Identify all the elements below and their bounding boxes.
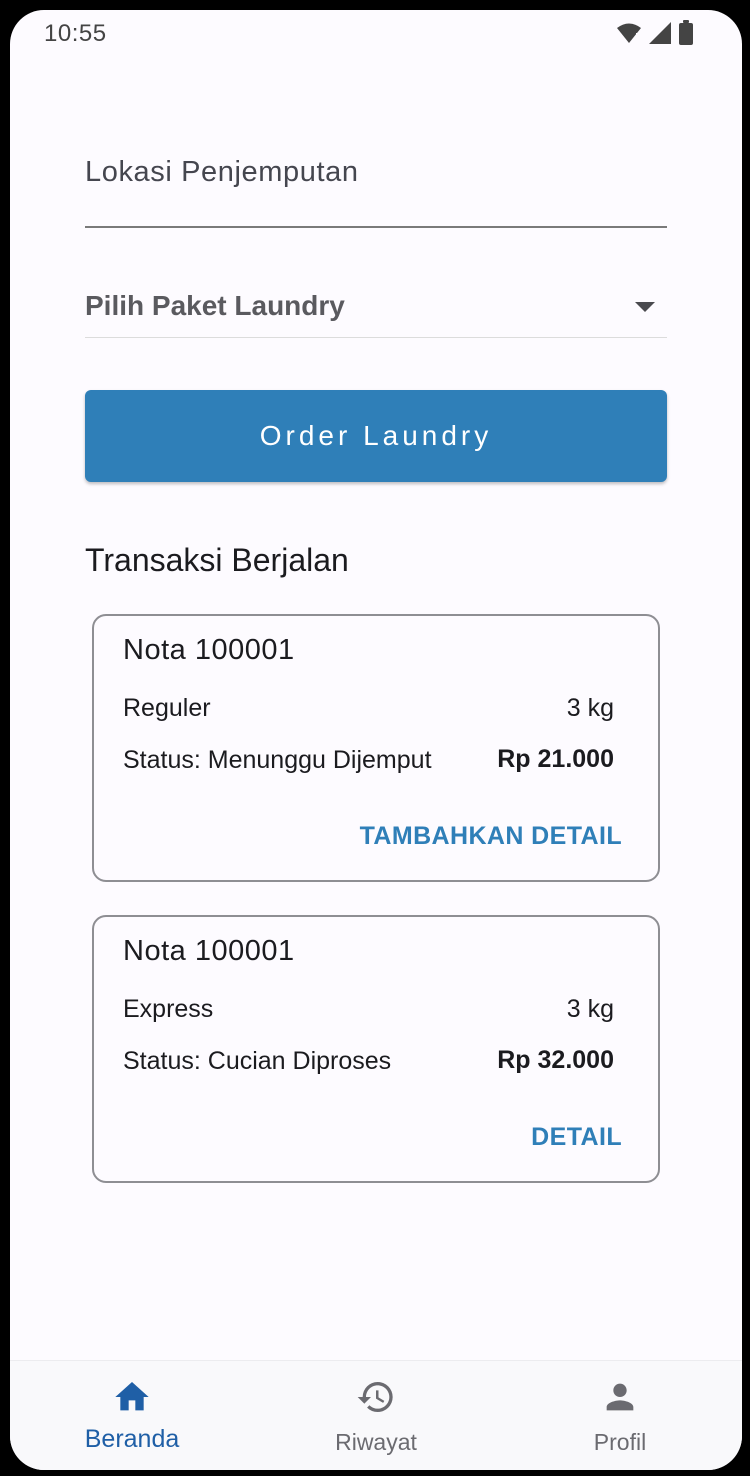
add-detail-button[interactable]: TAMBAHKAN DETAIL [360, 822, 622, 851]
status-bar: 10:55 [10, 10, 742, 60]
nav-label-riwayat: Riwayat [335, 1429, 417, 1455]
package-select[interactable]: Pilih Paket Laundry [85, 282, 667, 338]
order-status: Status: Cucian Diproses [123, 1047, 392, 1075]
battery-icon [679, 20, 693, 45]
status-icons [616, 20, 694, 46]
nav-item-profil[interactable]: Profil [498, 1361, 742, 1470]
person-icon [606, 1383, 634, 1411]
nota-number: Nota 100001 [123, 935, 295, 967]
nav-item-riwayat[interactable]: Riwayat [254, 1361, 498, 1470]
transaction-card: Nota 100001 Express 3 kg Status: Cucian … [92, 915, 660, 1183]
history-icon [357, 1382, 393, 1412]
dropdown-arrow-icon [635, 302, 655, 312]
package-type: Express [123, 995, 214, 1023]
bottom-navigation: Beranda Riwayat Profil [10, 1360, 742, 1470]
pickup-location-field[interactable]: Lokasi Penjemputan [85, 150, 667, 228]
laundry-weight: 3 kg [566, 995, 614, 1023]
wifi-icon [617, 23, 641, 43]
laundry-weight: 3 kg [566, 694, 614, 722]
home-icon [115, 1382, 149, 1411]
nav-item-beranda[interactable]: Beranda [10, 1361, 254, 1470]
package-select-label: Pilih Paket Laundry [85, 290, 345, 321]
app-screen: 10:55 Lokasi Penjemputan Pilih Paket Lau… [10, 10, 742, 1470]
order-price: Rp 32.000 [497, 1046, 614, 1074]
order-price: Rp 21.000 [497, 745, 614, 773]
pickup-location-label: Lokasi Penjemputan [85, 156, 359, 188]
nav-label-beranda: Beranda [84, 1425, 180, 1453]
order-status: Status: Menunggu Dijemput [123, 746, 432, 774]
nota-number: Nota 100001 [123, 634, 295, 666]
transaction-card: Nota 100001 Reguler 3 kg Status: Menungg… [92, 614, 660, 882]
detail-button[interactable]: DETAIL [531, 1123, 622, 1152]
signal-icon [649, 22, 671, 44]
order-laundry-button[interactable]: Order Laundry [85, 390, 667, 482]
nav-label-profil: Profil [593, 1429, 647, 1455]
package-type: Reguler [123, 694, 211, 722]
status-time: 10:55 [44, 20, 107, 47]
section-title: Transaksi Berjalan [85, 542, 349, 578]
